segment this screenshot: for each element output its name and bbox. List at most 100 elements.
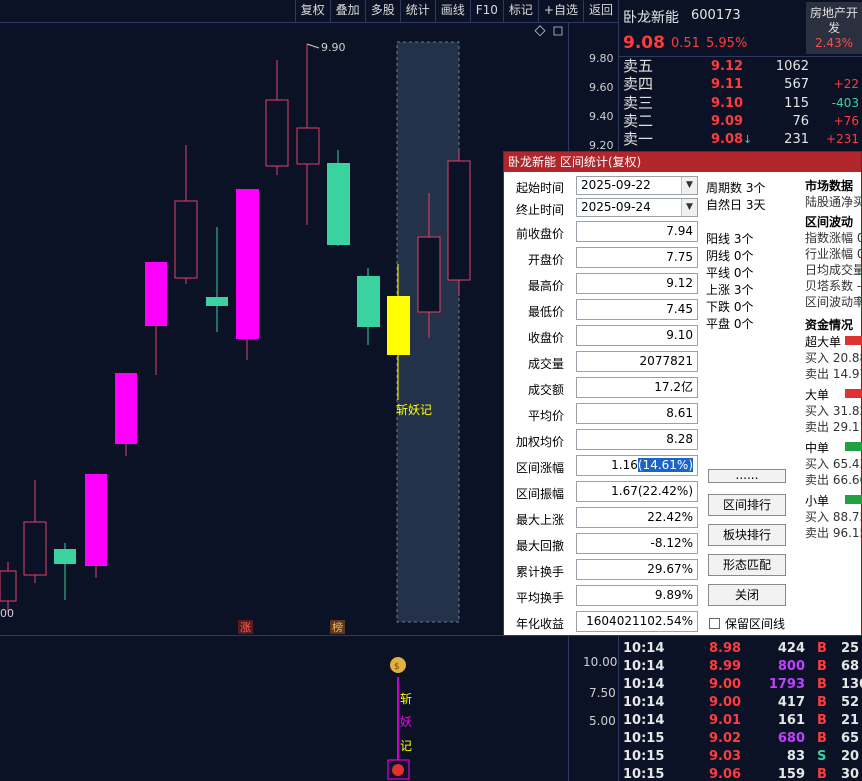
tick-price: 9.06 (709, 767, 742, 781)
stat-value-field[interactable]: 7.75 (576, 247, 698, 268)
stat-label: 年化收益 (515, 617, 564, 631)
range-volatility-item: 贝塔系数 - (805, 279, 862, 293)
tick-row: 10:14 8.98 424 B 25 (619, 640, 862, 657)
stat-value-field[interactable]: 2077821 (576, 351, 698, 372)
orderbook-row[interactable]: 卖五 9.12 1062 (619, 58, 862, 75)
keep-line-checkbox-row[interactable]: 保留区间线 (709, 615, 785, 632)
dialog-button[interactable]: 形态匹配 (708, 554, 786, 576)
chevron-down-icon[interactable]: ▼ (681, 199, 697, 216)
orderbook-price: 9.10 (711, 95, 744, 111)
stat-value-field[interactable]: 17.2亿 (576, 377, 698, 398)
fund-buy: 买入 31.82 (805, 404, 862, 418)
chevron-down-icon[interactable]: ▼ (681, 177, 697, 194)
stat-value-field[interactable]: 9.89% (576, 585, 698, 606)
last-price: 9.08 (623, 33, 665, 53)
candle-count: 平盘 0个 (706, 317, 754, 331)
dialog-button[interactable]: 关闭 (708, 584, 786, 606)
range-volatility-item: 行业涨幅 0 (805, 247, 862, 261)
tick-price: 9.00 (709, 695, 742, 710)
tick-row: 10:14 9.00 417 B 52 (619, 694, 862, 711)
tick-time: 10:14 (623, 695, 665, 710)
tick-side: B (817, 659, 827, 674)
stat-value-field[interactable]: 7.94 (576, 221, 698, 242)
stat-label: 成交额 (527, 383, 564, 397)
candle-count: 阳线 3个 (706, 232, 754, 246)
stat-label: 最大上涨 (515, 513, 564, 527)
dialog-title[interactable]: 卧龙新能 区间统计(复权) (504, 152, 861, 172)
dialog-button[interactable]: ...... (708, 469, 786, 483)
range-volatility-item: 指数涨幅 0 (805, 231, 862, 245)
candle (265, 99, 289, 167)
tick-count: 25 (841, 641, 860, 656)
fund-type: 超大单 (805, 335, 842, 349)
orderbook-row[interactable]: 卖三 9.10 115 -403 (619, 93, 862, 112)
start-date-picker[interactable]: 2025-09-22 ▼ (576, 176, 698, 195)
stat-value: 7.94 (666, 224, 693, 238)
stat-value-field[interactable]: 8.61 (576, 403, 698, 424)
stat-value: 9.10 (666, 328, 693, 342)
orderbook-row[interactable]: 卖二 9.09 76 +76 (619, 111, 862, 130)
price-change-pct: 5.95% (706, 36, 748, 51)
candle (417, 236, 441, 313)
fund-sell: 卖出 14.97 (805, 367, 862, 381)
candle (23, 521, 47, 576)
vol-annotation-char: 斩 (400, 692, 412, 706)
stat-value-field[interactable]: 1.67(22.42%) (576, 481, 698, 502)
sector-badge[interactable]: 房地产开发 2.43% (806, 2, 862, 54)
stat-value-field[interactable]: 7.45 (576, 299, 698, 320)
stat-label: 最大回撤 (515, 539, 564, 553)
app-root: 复权 叠加 多股 统计 画线 F10 标记 +自选 返回 9.90 9.80 9… (0, 0, 862, 781)
stat-value-field[interactable]: 29.67% (576, 559, 698, 580)
tick-row: 10:15 9.02 680 B 65 (619, 730, 862, 747)
candle-count: 平线 0个 (706, 266, 754, 280)
stat-value-field[interactable]: 8.28 (576, 429, 698, 450)
dialog-button[interactable]: 区间排行 (708, 494, 786, 516)
orderbook-level: 卖二 (623, 111, 654, 130)
vol-annotation-char: 妖 (400, 715, 412, 729)
tick-time: 10:14 (623, 677, 665, 692)
tick-time: 10:15 (623, 749, 665, 764)
candle (0, 570, 17, 602)
stat-value: 9.12 (666, 276, 693, 290)
end-time-label: 终止时间 (515, 203, 564, 217)
candle (296, 127, 320, 165)
orderbook-row[interactable]: 卖一 9.08 231 +231 ↓ (619, 131, 862, 148)
fund-bar (845, 495, 862, 504)
orderbook-change: +76 (833, 113, 859, 128)
price-tick: 9.40 (589, 110, 614, 123)
stat-value-field[interactable]: 1.16(14.61%) (576, 455, 698, 476)
candle (357, 276, 380, 327)
stat-value-field[interactable]: 1604021102.54% (576, 611, 698, 632)
orderbook-volume: 1062 (775, 59, 809, 74)
fund-bar (845, 336, 862, 345)
end-date-picker[interactable]: 2025-09-24 ▼ (576, 198, 698, 217)
chart-annotation-text: 斩妖记 (396, 403, 432, 417)
fund-type: 中单 (805, 441, 830, 455)
keep-line-label: 保留区间线 (725, 617, 786, 631)
start-date-value: 2025-09-22 (581, 178, 651, 192)
square-icon[interactable] (553, 26, 563, 36)
stat-value-field[interactable]: 22.42% (576, 507, 698, 528)
stat-value: 9.89% (654, 588, 693, 602)
orderbook-level: 卖三 (623, 93, 654, 112)
stat-value: 1.16 (611, 458, 638, 472)
stat-value-field[interactable]: 9.12 (576, 273, 698, 294)
orderbook-volume: 76 (792, 113, 809, 129)
fund-bar (845, 442, 862, 451)
price-change: 0.51 (671, 36, 700, 51)
diamond-icon[interactable] (534, 25, 546, 37)
candle (206, 297, 228, 306)
tick-volume: 680 (777, 731, 805, 746)
orderbook-volume: 567 (784, 77, 809, 93)
keep-line-checkbox[interactable] (709, 618, 720, 629)
stat-label: 开盘价 (527, 253, 564, 267)
fund-type: 大单 (805, 388, 830, 402)
dialog-button[interactable]: 板块排行 (708, 524, 786, 546)
stat-value-field[interactable]: 9.10 (576, 325, 698, 346)
tick-time: 10:14 (623, 713, 665, 728)
stat-label: 最低价 (527, 305, 564, 319)
tick-side: S (817, 749, 827, 764)
stat-label: 区间振幅 (515, 487, 564, 501)
stat-value-field[interactable]: -8.12% (576, 533, 698, 554)
orderbook-row[interactable]: 卖四 9.11 567 +22 (619, 76, 862, 93)
